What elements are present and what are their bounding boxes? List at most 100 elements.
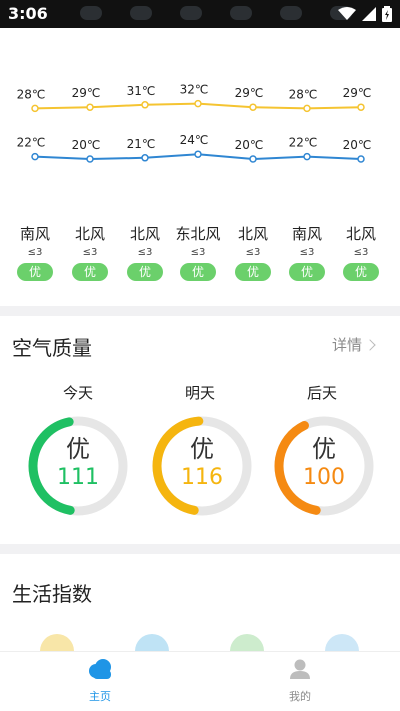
wind-direction: 东北风: [175, 225, 221, 243]
gauge-level: 优: [190, 435, 214, 463]
wind-level: ≤3: [27, 247, 43, 258]
low-temp-label: 24℃: [180, 133, 209, 147]
air-quality-badge: 优: [343, 263, 379, 281]
tab-mine-label: 我的: [289, 690, 311, 703]
gauge-aqi-value: 111: [57, 465, 99, 490]
high-temp-label: 29℃: [235, 86, 264, 100]
high-temp-point: [31, 104, 39, 113]
detail-label: 详情: [331, 336, 362, 354]
wind-direction: 北风: [129, 225, 160, 243]
forecast-day-column: 东北风 ≤3 优: [168, 224, 228, 281]
high-temp-point: [194, 99, 202, 108]
high-temp-label: 29℃: [343, 86, 372, 100]
low-temp-label: 22℃: [17, 136, 46, 150]
high-temp-point: [357, 103, 365, 111]
low-temp-point: [86, 155, 94, 163]
air-quality-day-label: 今天: [62, 384, 93, 402]
low-temp-label: 20℃: [343, 138, 372, 152]
cloud-icon: [130, 6, 152, 20]
air-quality-badge: 优: [289, 263, 325, 281]
high-temp-label: 29℃: [72, 86, 101, 100]
wind-direction: 北风: [345, 225, 376, 243]
cloud-icon: [180, 6, 202, 20]
air-quality-gauge: 优 100: [272, 414, 376, 518]
temperature-chart: 28℃ 29℃ 31℃ 32℃ 29℃ 28℃ 29℃ 22℃ 20℃ 21℃ 24℃ 20℃ 22℃ 2…: [0, 28, 400, 220]
low-temp-label: 20℃: [235, 138, 264, 152]
wind-level: ≤3: [353, 247, 369, 258]
low-temp-label: 21℃: [127, 137, 156, 151]
low-temp-label: 22℃: [289, 136, 318, 150]
air-quality-gauge: 优 116: [150, 414, 254, 518]
gauge-level: 优: [66, 435, 90, 463]
high-temp-label: 28℃: [289, 87, 318, 101]
tab-home-label: 主页: [89, 690, 111, 703]
bottom-tab-bar: 主页 我的: [0, 651, 400, 711]
gauge-aqi-value: 116: [181, 465, 223, 490]
status-indicators: [338, 6, 392, 22]
forecast-day-column: 北风 ≤3 优: [115, 224, 175, 281]
wind-level: ≤3: [82, 247, 98, 258]
wind-level: ≤3: [299, 247, 315, 258]
life-index-title: 生活指数: [12, 582, 92, 606]
status-weather-icons: [80, 6, 352, 20]
signal-icon: [362, 7, 376, 21]
high-temp-point: [86, 103, 94, 111]
forecast-day-column: 北风 ≤3 优: [223, 224, 283, 281]
low-temp-point: [31, 152, 39, 161]
battery-icon: [382, 6, 392, 22]
forecast-day-column: 北风 ≤3 优: [60, 224, 120, 281]
forecast-day-column: 北风 ≤3 优: [331, 224, 391, 281]
wind-level: ≤3: [190, 247, 206, 258]
gauge-text: 优 116: [150, 434, 254, 492]
gauge-text: 优 100: [272, 434, 376, 492]
high-temp-point: [303, 104, 311, 113]
air-quality-badge: 优: [127, 263, 163, 281]
air-quality-badge: 优: [17, 263, 53, 281]
wind-level: ≤3: [245, 247, 261, 258]
forecast-day-column: 南风 ≤3 优: [277, 224, 337, 281]
wifi-icon: [338, 7, 356, 20]
chevron-right-icon: [364, 338, 376, 351]
air-quality-title: 空气质量: [12, 336, 92, 360]
gauge-aqi-value: 100: [303, 465, 345, 490]
air-quality-badge: 优: [180, 263, 216, 281]
low-temp-point: [141, 154, 149, 162]
air-quality-badge: 优: [72, 263, 108, 281]
air-quality-day-label: 后天: [306, 384, 337, 402]
air-quality-detail-link[interactable]: 详情: [331, 334, 376, 355]
status-time: 3:06: [8, 4, 48, 23]
cloud-icon: [80, 6, 102, 20]
low-temp-point: [249, 155, 257, 163]
user-icon: [290, 659, 310, 679]
low-temp-label: 20℃: [72, 138, 101, 152]
high-temp-point: [249, 103, 257, 111]
high-temp-label: 32℃: [180, 83, 209, 97]
gauge-level: 优: [312, 435, 336, 463]
wind-direction: 北风: [74, 225, 105, 243]
air-quality-badge: 优: [235, 263, 271, 281]
low-temp-point: [357, 155, 365, 163]
high-temp-label: 31℃: [127, 84, 156, 98]
wind-forecast-row: 南风 ≤3 优 北风 ≤3 优 北风 ≤3 优 东北风 ≤3 优 北风 ≤3 优 南风 ≤3 优 北风 ≤3 优: [0, 224, 400, 288]
section-divider: [0, 306, 400, 316]
status-bar: 3:06: [0, 0, 400, 28]
air-quality-gauge: 优 111: [26, 414, 130, 518]
low-temp-point: [194, 150, 202, 158]
gauge-text: 优 111: [26, 434, 130, 492]
life-index-icons: [0, 634, 400, 668]
tab-home[interactable]: 主页: [55, 658, 145, 704]
forecast-day-column: 南风 ≤3 优: [5, 224, 65, 281]
cloud-icon: [230, 6, 252, 20]
section-divider: [0, 544, 400, 554]
tab-mine[interactable]: 我的: [255, 658, 345, 704]
temperature-chart-svg: 28℃ 29℃ 31℃ 32℃ 29℃ 28℃ 29℃ 22℃ 20℃ 21℃ 24℃ 20℃ 22℃ 2…: [17, 83, 372, 163]
wind-level: ≤3: [137, 247, 153, 258]
wind-direction: 南风: [291, 225, 322, 243]
cloud-icon: [280, 6, 302, 20]
wind-direction: 南风: [19, 225, 50, 243]
air-quality-day-label: 明天: [184, 384, 215, 402]
wind-direction: 北风: [237, 225, 268, 243]
cloud-home-icon: [89, 659, 111, 679]
low-temp-point: [303, 152, 311, 161]
high-temp-label: 28℃: [17, 87, 46, 101]
